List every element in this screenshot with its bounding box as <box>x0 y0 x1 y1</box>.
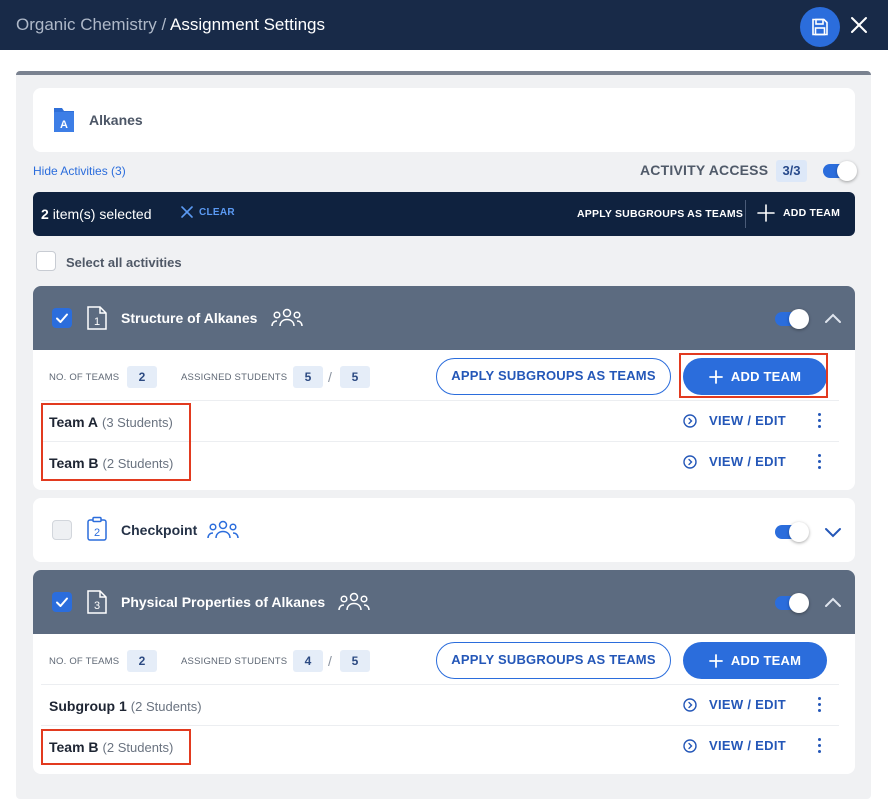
page-title: Organic Chemistry / Assignment Settings <box>16 15 325 35</box>
highlight-box <box>41 403 191 481</box>
toggle-knob <box>837 161 857 181</box>
highlight-box <box>679 353 828 398</box>
group-icon <box>271 308 303 327</box>
folder-letter: A <box>60 119 68 131</box>
total-students-value: 5 <box>340 650 370 672</box>
no-of-teams-value: 2 <box>127 366 157 388</box>
assigned-separator: / <box>328 369 332 385</box>
team-row-label: Subgroup 1 (2 Students) <box>49 698 202 714</box>
activity-checkbox[interactable] <box>52 520 72 540</box>
team-student-count: (2 Students) <box>130 699 202 714</box>
no-of-teams-value: 2 <box>127 650 157 672</box>
toggle-knob <box>789 593 809 613</box>
apply-subgroups-button[interactable]: APPLY SUBGROUPS AS TEAMS <box>436 642 671 679</box>
activity-access-toggle[interactable] <box>775 309 809 329</box>
more-options-icon[interactable] <box>813 695 825 715</box>
activity-checkbox[interactable] <box>52 592 72 612</box>
activity-access-toggle[interactable] <box>775 522 809 542</box>
selection-bar-divider <box>745 200 746 228</box>
add-team-bulk-button[interactable]: ADD TEAM <box>757 204 840 222</box>
save-button[interactable] <box>800 7 840 47</box>
view-edit-label: VIEW / EDIT <box>709 697 786 712</box>
breadcrumb-separator: / <box>161 15 167 34</box>
assigned-students-value: 4 <box>293 650 323 672</box>
more-options-icon[interactable] <box>813 411 825 431</box>
add-team-label: ADD TEAM <box>783 207 841 219</box>
clear-selection-button[interactable]: CLEAR <box>180 205 235 219</box>
activity-checkbox[interactable] <box>52 308 72 328</box>
chevron-right-circle-icon <box>683 697 697 712</box>
clear-label: CLEAR <box>199 206 235 218</box>
activity-title: Structure of Alkanes <box>121 310 258 326</box>
group-icon <box>338 592 370 611</box>
close-icon <box>181 206 193 218</box>
total-students-value: 5 <box>340 366 370 388</box>
activity-number: 3 <box>94 600 100 612</box>
document-icon: 1 <box>87 306 107 330</box>
select-all-checkbox[interactable] <box>36 251 56 271</box>
row-divider <box>41 400 839 401</box>
row-divider <box>41 725 839 726</box>
chevron-right-circle-icon <box>683 454 697 469</box>
activity-title: Checkpoint <box>121 522 198 538</box>
clipboard-icon: 2 <box>87 516 107 541</box>
select-all-label: Select all activities <box>66 255 182 270</box>
view-edit-label: VIEW / EDIT <box>709 454 786 469</box>
folder-name: Alkanes <box>89 112 143 128</box>
apply-subgroups-bulk-button[interactable]: APPLY SUBGROUPS AS TEAMS <box>577 208 743 220</box>
view-edit-label: VIEW / EDIT <box>709 413 786 428</box>
folder-card <box>33 88 855 152</box>
toggle-knob <box>789 522 809 542</box>
assigned-students-value: 5 <box>293 366 323 388</box>
selected-count: 2 <box>41 206 49 222</box>
activity-title: Physical Properties of Alkanes <box>121 594 326 610</box>
apply-subgroups-button[interactable]: APPLY SUBGROUPS AS TEAMS <box>436 358 671 395</box>
check-icon <box>56 597 68 607</box>
no-of-teams-label: NO. OF TEAMS <box>49 656 120 667</box>
toggle-knob <box>789 309 809 329</box>
assigned-students-label: ASSIGNED STUDENTS <box>181 372 288 383</box>
chevron-up-icon[interactable] <box>824 312 842 324</box>
close-icon[interactable] <box>848 14 870 36</box>
activity-access-count: 3/3 <box>776 160 807 182</box>
view-edit-label: VIEW / EDIT <box>709 738 786 753</box>
breadcrumb-page: Assignment Settings <box>170 15 325 34</box>
assigned-students-label: ASSIGNED STUDENTS <box>181 656 288 667</box>
chevron-right-circle-icon <box>683 413 697 428</box>
activity-number: 2 <box>94 527 100 539</box>
chevron-right-circle-icon <box>683 738 697 753</box>
view-edit-team-b-button[interactable]: VIEW / EDIT <box>683 454 786 469</box>
view-edit-subgroup-1-button[interactable]: VIEW / EDIT <box>683 697 786 712</box>
view-edit-team-a-button[interactable]: VIEW / EDIT <box>683 413 786 428</box>
activity-access-toggle[interactable] <box>823 161 857 181</box>
selected-suffix: item(s) selected <box>52 206 152 222</box>
row-divider <box>41 684 839 685</box>
group-icon <box>207 520 239 539</box>
activity-access-toggle[interactable] <box>775 593 809 613</box>
chevron-up-icon[interactable] <box>824 596 842 608</box>
chevron-down-icon[interactable] <box>824 526 842 538</box>
add-team-button[interactable]: ADD TEAM <box>683 642 827 679</box>
assigned-separator: / <box>328 653 332 669</box>
plus-icon <box>757 204 775 222</box>
add-team-label: ADD TEAM <box>730 653 802 668</box>
team-name: Subgroup 1 <box>49 698 127 714</box>
check-icon <box>56 313 68 323</box>
activity-number: 1 <box>94 316 100 328</box>
more-options-icon[interactable] <box>813 452 825 472</box>
folder-icon: A <box>54 108 74 132</box>
activity-access-label: ACTIVITY ACCESS <box>640 162 769 178</box>
more-options-icon[interactable] <box>813 736 825 756</box>
hide-activities-link[interactable]: Hide Activities (3) <box>33 164 126 178</box>
document-icon: 3 <box>87 590 107 614</box>
no-of-teams-label: NO. OF TEAMS <box>49 372 120 383</box>
breadcrumb-course[interactable]: Organic Chemistry <box>16 15 157 34</box>
save-icon <box>812 18 828 36</box>
plus-icon <box>708 653 723 668</box>
selection-count: 2 item(s) selected <box>41 206 152 222</box>
highlight-box <box>41 729 191 765</box>
view-edit-team-b-button[interactable]: VIEW / EDIT <box>683 738 786 753</box>
